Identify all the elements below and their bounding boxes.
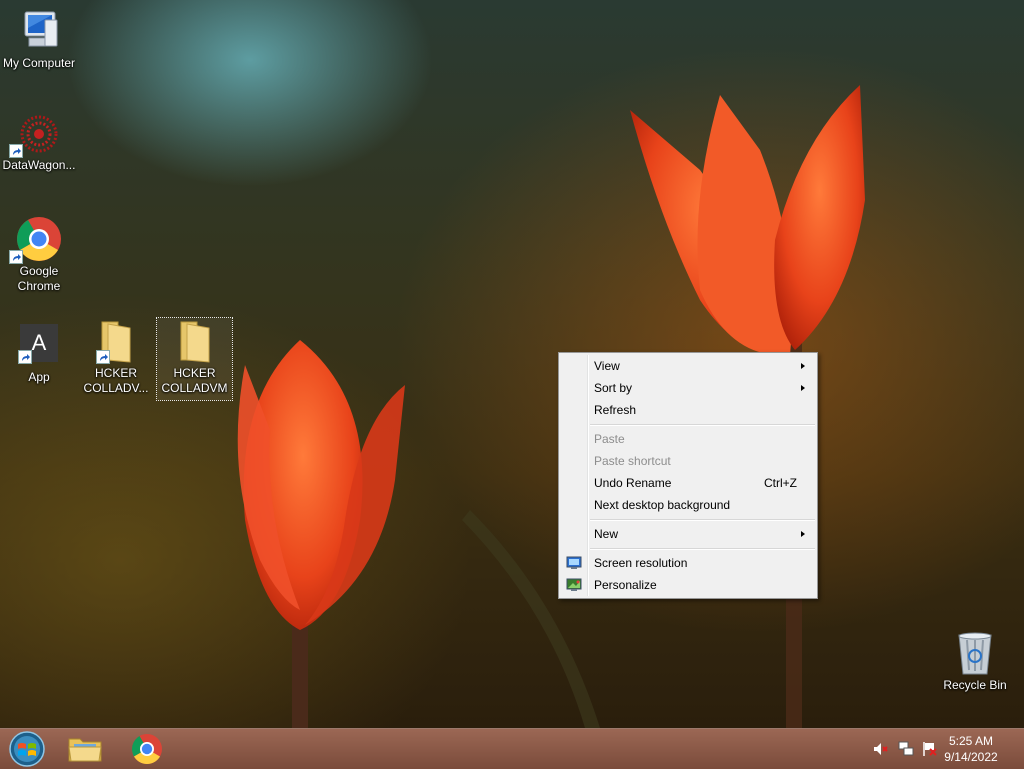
menu-item-next-desktop-background[interactable]: Next desktop background xyxy=(561,494,815,516)
menu-separator xyxy=(590,519,815,521)
desktop-icon-google-chrome[interactable]: Google Chrome xyxy=(0,216,78,294)
desktop-icon-label-line1: HCKER xyxy=(173,366,216,380)
menu-item-new[interactable]: New xyxy=(561,523,815,545)
menu-item-label: Next desktop background xyxy=(594,498,731,512)
desktop-icon-my-computer[interactable]: My Computer xyxy=(0,8,78,71)
clock-time: 5:25 AM xyxy=(948,734,994,748)
folder-icon xyxy=(175,318,215,364)
chrome-icon xyxy=(9,216,63,264)
monitor-icon xyxy=(566,555,582,571)
menu-item-label: Paste xyxy=(594,432,625,446)
menu-item-sort-by[interactable]: Sort by xyxy=(561,377,815,399)
menu-item-label: View xyxy=(594,359,620,373)
network-icon[interactable] xyxy=(898,741,914,757)
shortcut-arrow-icon xyxy=(9,144,23,158)
taskbar-google-chrome[interactable] xyxy=(126,731,168,767)
chrome-icon xyxy=(131,734,162,765)
shortcut-arrow-icon xyxy=(9,250,23,264)
app-icon: A xyxy=(18,324,58,364)
datawagon-icon xyxy=(9,112,63,158)
submenu-arrow-icon xyxy=(801,363,805,369)
desktop-icon-recycle-bin[interactable]: Recycle Bin xyxy=(936,630,1014,693)
desktop-icon-label-line1: Google xyxy=(19,264,59,278)
submenu-arrow-icon xyxy=(801,385,805,391)
desktop-icon-label: App xyxy=(28,370,50,384)
desktop-icon-label-line2: COLLADV... xyxy=(83,381,149,395)
shortcut-arrow-icon xyxy=(96,350,110,364)
menu-separator xyxy=(590,424,815,426)
desktop-icon-app[interactable]: A App xyxy=(0,324,78,385)
menu-item-label: Undo Rename xyxy=(594,476,672,490)
start-button[interactable] xyxy=(6,731,48,767)
menu-separator xyxy=(590,548,815,550)
recycle-bin-icon xyxy=(955,630,995,676)
menu-item-label: New xyxy=(594,527,619,541)
system-clock[interactable]: 5:25 AM 9/14/2022 xyxy=(936,733,1006,765)
menu-item-label: Refresh xyxy=(594,403,637,417)
taskbar: 5:25 AM 9/14/2022 xyxy=(0,728,1024,769)
submenu-arrow-icon xyxy=(801,531,805,537)
desktop-icon-label-line2: COLLADVM xyxy=(161,381,228,395)
desktop-icon-label: Recycle Bin xyxy=(943,678,1007,692)
desktop-icon-label: My Computer xyxy=(2,56,76,70)
menu-item-label: Screen resolution xyxy=(594,556,688,570)
shortcut-arrow-icon xyxy=(18,350,32,364)
menu-item-personalize[interactable]: Personalize xyxy=(561,574,815,596)
menu-item-paste-shortcut: Paste shortcut xyxy=(561,450,815,472)
menu-item-paste: Paste xyxy=(561,428,815,450)
desktop-icon-datawagon[interactable]: DataWagon... xyxy=(0,112,78,173)
desktop-icon-hcker-colladv-shortcut[interactable]: HCKER COLLADV... xyxy=(77,318,155,396)
desktop-icon-hcker-colladvm[interactable]: HCKER COLLADVM xyxy=(156,317,233,401)
volume-muted-icon[interactable] xyxy=(872,741,888,757)
personalize-icon xyxy=(566,577,582,593)
menu-item-refresh[interactable]: Refresh xyxy=(561,399,815,421)
desktop-icon-label-line2: Chrome xyxy=(17,279,61,293)
menu-item-label: Personalize xyxy=(594,578,657,592)
windows-orb-icon xyxy=(9,731,45,767)
menu-item-shortcut: Ctrl+Z xyxy=(764,476,797,490)
taskbar-file-explorer[interactable] xyxy=(64,731,106,767)
menu-item-screen-resolution[interactable]: Screen resolution xyxy=(561,552,815,574)
menu-item-undo-rename[interactable]: Undo Rename Ctrl+Z xyxy=(561,472,815,494)
folder-icon xyxy=(96,318,136,364)
menu-item-label: Paste shortcut xyxy=(594,454,671,468)
computer-icon xyxy=(15,8,63,54)
folder-icon xyxy=(68,738,102,762)
desktop-context-menu: View Sort by Refresh Paste Paste shortcu… xyxy=(558,352,818,599)
clock-date: 9/14/2022 xyxy=(944,750,998,764)
desktop[interactable]: My Computer DataWagon... Google Chrome A… xyxy=(0,0,1024,728)
menu-item-view[interactable]: View xyxy=(561,355,815,377)
menu-item-label: Sort by xyxy=(594,381,633,395)
desktop-icon-label: DataWagon... xyxy=(2,158,76,172)
desktop-icon-label-line1: HCKER xyxy=(94,366,137,380)
